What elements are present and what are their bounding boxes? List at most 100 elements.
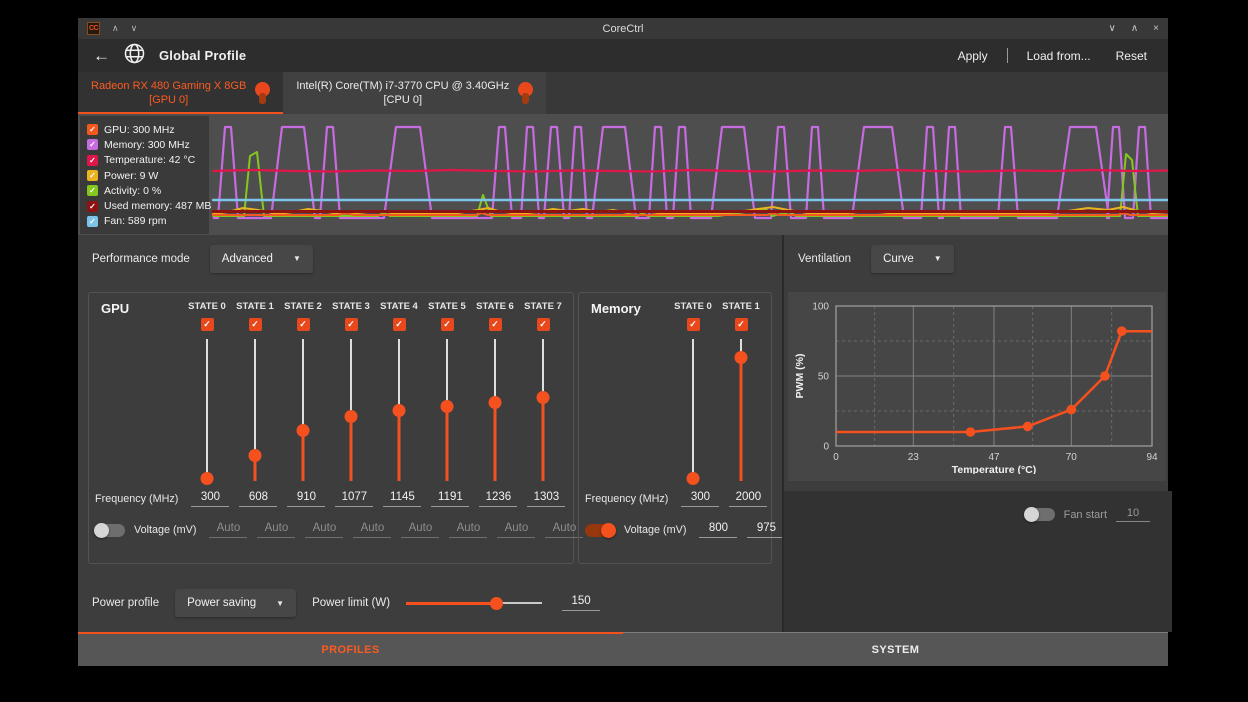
legend-item[interactable]: ✓Used memory: 487 MB [87, 198, 202, 213]
voltage-value[interactable]: Auto [305, 522, 343, 538]
voltage-value[interactable]: Auto [401, 522, 439, 538]
fan-curve-point[interactable] [1067, 405, 1077, 415]
pin-icon[interactable] [255, 82, 270, 104]
legend-item[interactable]: ✓Temperature: 42 °C [87, 153, 202, 168]
slider-handle[interactable] [201, 472, 214, 485]
minimize-button[interactable]: ∨ [1109, 23, 1116, 34]
fan-start-toggle[interactable] [1025, 508, 1055, 521]
frequency-value[interactable]: 1077 [335, 491, 373, 507]
back-button[interactable]: ← [93, 47, 110, 64]
voltage-toggle[interactable] [95, 524, 125, 537]
slider-handle[interactable] [249, 449, 262, 462]
voltage-value[interactable]: Auto [209, 522, 247, 538]
slider-handle[interactable] [687, 472, 700, 485]
frequency-value[interactable]: 1303 [527, 491, 565, 507]
tab-system[interactable]: SYSTEM [623, 632, 1168, 666]
fan-curve-chart[interactable]: 050100023477094PWM (%)Temperature (°C) [790, 296, 1164, 474]
state-checkbox[interactable]: ✓ [249, 318, 262, 331]
legend-checkbox[interactable]: ✓ [87, 216, 98, 227]
state-frequency-slider[interactable] [183, 337, 231, 483]
legend-checkbox[interactable]: ✓ [87, 139, 98, 150]
toggle-knob [601, 523, 616, 538]
fan-curve-point[interactable] [1023, 422, 1033, 432]
load-from-button[interactable]: Load from... [1021, 46, 1097, 66]
legend-checkbox[interactable]: ✓ [87, 124, 98, 135]
state-checkbox[interactable]: ✓ [441, 318, 454, 331]
reset-button[interactable]: Reset [1110, 46, 1153, 66]
state-checkbox[interactable]: ✓ [735, 318, 748, 331]
voltage-value[interactable]: Auto [257, 522, 295, 538]
legend-item[interactable]: ✓Fan: 589 rpm [87, 214, 202, 229]
state-frequency-slider[interactable] [471, 337, 519, 483]
state-checkbox[interactable]: ✓ [345, 318, 358, 331]
apply-button[interactable]: Apply [952, 46, 994, 66]
state-frequency-slider[interactable] [717, 337, 765, 483]
state-frequency-slider[interactable] [327, 337, 375, 483]
frequency-value[interactable]: 2000 [729, 491, 767, 507]
maximize-button[interactable]: ∧ [1131, 23, 1138, 34]
frequency-value[interactable]: 1191 [431, 491, 469, 507]
chevron-down-icon: ▼ [934, 254, 942, 263]
ventilation-mode-dropdown[interactable]: Curve ▼ [871, 245, 954, 273]
tab-gpu-device[interactable]: Radeon RX 480 Gaming X 8GB [GPU 0] [78, 72, 283, 114]
pin-icon[interactable] [518, 82, 533, 104]
power-profile-dropdown[interactable]: Power saving ▼ [175, 589, 296, 617]
frequency-value[interactable]: 608 [239, 491, 277, 507]
state-frequency-slider[interactable] [423, 337, 471, 483]
state-checkbox[interactable]: ✓ [393, 318, 406, 331]
performance-mode-dropdown[interactable]: Advanced ▼ [210, 245, 313, 273]
panel-title: Memory [585, 301, 669, 331]
state-checkbox[interactable]: ✓ [537, 318, 550, 331]
voltage-value[interactable]: 975 [747, 522, 785, 538]
voltage-value[interactable]: Auto [449, 522, 487, 538]
legend-checkbox[interactable]: ✓ [87, 201, 98, 212]
slider-handle[interactable] [490, 597, 503, 610]
temperature-line [213, 170, 1168, 172]
state-checkbox[interactable]: ✓ [201, 318, 214, 331]
legend-item[interactable]: ✓Power: 9 W [87, 168, 202, 183]
tab-cpu-device[interactable]: Intel(R) Core(TM) i7-3770 CPU @ 3.40GHz … [283, 72, 546, 114]
slider-handle[interactable] [393, 404, 406, 417]
fan-start-input[interactable]: 10 [1116, 507, 1150, 522]
frequency-value[interactable]: 1145 [383, 491, 421, 507]
state-frequency-slider[interactable] [375, 337, 423, 483]
tab-profiles[interactable]: PROFILES [78, 632, 623, 666]
frequency-value[interactable]: 300 [681, 491, 719, 507]
voltage-value[interactable]: Auto [497, 522, 535, 538]
state-frequency-slider[interactable] [519, 337, 567, 483]
close-button[interactable]: × [1153, 23, 1159, 34]
x-tick-label: 0 [833, 452, 839, 463]
voltage-toggle[interactable] [585, 524, 615, 537]
ventilation-label: Ventilation [798, 253, 851, 265]
slider-handle[interactable] [441, 400, 454, 413]
state-frequency-slider[interactable] [279, 337, 327, 483]
slider-handle[interactable] [489, 396, 502, 409]
legend-item[interactable]: ✓Memory: 300 MHz [87, 137, 202, 152]
frequency-value[interactable]: 300 [191, 491, 229, 507]
power-limit-value[interactable]: 150 [562, 595, 600, 611]
slider-handle[interactable] [735, 351, 748, 364]
slider-handle[interactable] [537, 391, 550, 404]
state-checkbox[interactable]: ✓ [489, 318, 502, 331]
state-checkbox[interactable]: ✓ [297, 318, 310, 331]
frequency-value[interactable]: 910 [287, 491, 325, 507]
power-limit-slider[interactable] [406, 596, 542, 610]
frequency-value[interactable]: 1236 [479, 491, 517, 507]
fan-curve-point[interactable] [1100, 371, 1110, 381]
slider-handle[interactable] [345, 410, 358, 423]
legend-checkbox[interactable]: ✓ [87, 185, 98, 196]
voltage-value[interactable]: Auto [353, 522, 391, 538]
state-frequency-slider[interactable] [669, 337, 717, 483]
fan-curve-point[interactable] [1117, 326, 1127, 336]
fan-curve-point[interactable] [966, 427, 976, 437]
state-checkbox[interactable]: ✓ [687, 318, 700, 331]
legend-item[interactable]: ✓GPU: 300 MHz [87, 122, 202, 137]
legend-item[interactable]: ✓Activity: 0 % [87, 183, 202, 198]
slider-handle[interactable] [297, 424, 310, 437]
shade-up-icon[interactable]: ∧ [112, 24, 119, 33]
voltage-value[interactable]: 800 [699, 522, 737, 538]
shade-down-icon[interactable]: ∨ [131, 24, 138, 33]
legend-checkbox[interactable]: ✓ [87, 155, 98, 166]
state-frequency-slider[interactable] [231, 337, 279, 483]
legend-checkbox[interactable]: ✓ [87, 170, 98, 181]
